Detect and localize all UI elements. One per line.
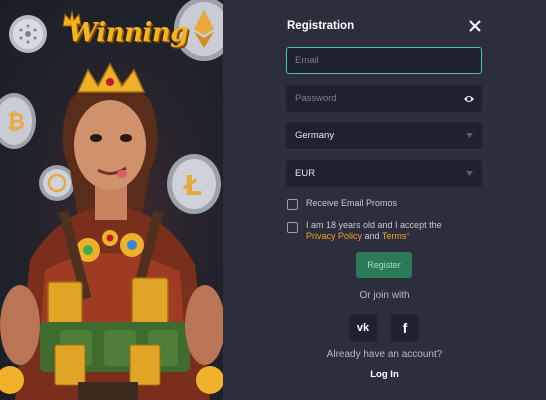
country-select[interactable]: Germany bbox=[286, 122, 482, 149]
vk-login-button[interactable]: vk bbox=[349, 314, 377, 342]
chevron-down-icon bbox=[466, 171, 473, 176]
facebook-icon: f bbox=[402, 320, 408, 336]
privacy-policy-link[interactable]: Privacy Policy bbox=[306, 231, 362, 241]
terms-checkbox[interactable] bbox=[287, 222, 298, 233]
promo-checkbox[interactable] bbox=[287, 199, 298, 210]
terms-and: and bbox=[364, 231, 380, 241]
email-field[interactable] bbox=[286, 47, 482, 74]
cardano-coin-icon bbox=[9, 15, 47, 53]
hero-character-illustration bbox=[0, 62, 223, 400]
email-input[interactable] bbox=[287, 55, 445, 66]
registration-panel: Registration Germany EUR Receive Email P… bbox=[223, 0, 546, 400]
or-join-text: Or join with bbox=[359, 290, 410, 301]
password-field[interactable] bbox=[286, 85, 482, 112]
terms-link[interactable]: Terms bbox=[382, 231, 407, 241]
facebook-login-button[interactable]: f bbox=[391, 314, 419, 342]
eye-icon[interactable] bbox=[463, 94, 475, 104]
vk-icon: vk bbox=[356, 322, 370, 334]
promo-panel: ₿ Ł Winning bbox=[0, 0, 223, 400]
required-star: * bbox=[406, 231, 410, 241]
page-title: Registration bbox=[287, 20, 355, 32]
register-button[interactable]: Register bbox=[356, 252, 412, 278]
already-account-text: Already have an account? bbox=[326, 349, 443, 360]
login-link[interactable]: Log In bbox=[223, 369, 546, 380]
currency-select[interactable]: EUR bbox=[286, 160, 482, 187]
brand-logo: Winning bbox=[68, 18, 188, 48]
terms-label: I am 18 years old and I accept the Priva… bbox=[306, 220, 442, 242]
close-icon[interactable] bbox=[467, 18, 483, 34]
terms-checkbox-row: I am 18 years old and I accept the Priva… bbox=[287, 220, 442, 242]
country-value: Germany bbox=[295, 130, 335, 141]
terms-prefix: I am 18 years old and I accept the bbox=[306, 220, 442, 230]
currency-value: EUR bbox=[295, 168, 316, 179]
promo-checkbox-row: Receive Email Promos bbox=[287, 198, 397, 210]
password-input[interactable] bbox=[287, 93, 445, 104]
chevron-down-icon bbox=[466, 133, 473, 138]
promo-label: Receive Email Promos bbox=[306, 198, 398, 208]
